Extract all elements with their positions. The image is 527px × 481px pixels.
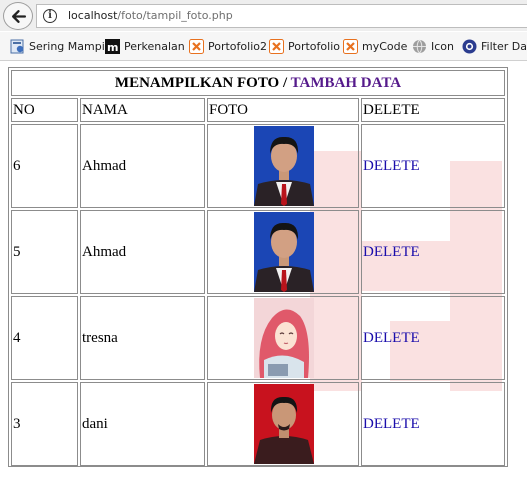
table-cell-foto [207, 382, 359, 466]
delete-link[interactable]: DELETE [361, 124, 505, 208]
url-text: localhost/foto/tampil_foto.php [68, 9, 233, 22]
table-cell-no: 4 [11, 296, 78, 380]
table-cell-no: 3 [11, 382, 78, 466]
bookmarks-icon [10, 39, 24, 54]
bookmarks-bar: Sering Mampir m Perkenalan Portofolio2 P… [0, 32, 527, 61]
title-separator: / [282, 75, 288, 91]
photo-table: MENAMPILKAN FOTO / TAMBAH DATA NO NAMA F… [8, 67, 508, 467]
delete-link[interactable]: DELETE [361, 382, 505, 466]
table-cell-no: 6 [11, 124, 78, 208]
table-cell-nama: tresna [80, 296, 205, 380]
photo-man-red [254, 384, 314, 464]
xampp-icon [269, 39, 284, 54]
browser-toolbar: i localhost/foto/tampil_foto.php [0, 0, 527, 31]
xampp-icon [343, 39, 358, 54]
header-nama: NAMA [80, 98, 205, 122]
table-cell-foto [207, 210, 359, 294]
back-arrow-icon [12, 10, 27, 23]
photo-man-suit [254, 126, 314, 206]
photo-man-suit [254, 212, 314, 292]
table-cell-no: 5 [11, 210, 78, 294]
camera-icon [462, 39, 477, 54]
xampp-icon [189, 39, 204, 54]
m-logo-icon: m [105, 39, 120, 54]
globe-icon [413, 39, 426, 54]
delete-link[interactable]: DELETE [361, 210, 505, 294]
photo-woman-hijab [254, 298, 314, 378]
table-cell-nama: Ahmad [80, 124, 205, 208]
page-content: MENAMPILKAN FOTO / TAMBAH DATA NO NAMA F… [0, 61, 527, 481]
delete-link[interactable]: DELETE [361, 296, 505, 380]
table-cell-foto [207, 124, 359, 208]
table-title: MENAMPILKAN FOTO [114, 75, 280, 91]
table-title-cell: MENAMPILKAN FOTO / TAMBAH DATA [11, 70, 505, 96]
header-no: NO [11, 98, 78, 122]
table-cell-foto [207, 296, 359, 380]
site-info-icon[interactable]: i [43, 9, 57, 23]
header-foto: FOTO [207, 98, 359, 122]
address-bar[interactable]: i localhost/foto/tampil_foto.php [36, 4, 527, 28]
tambah-data-link[interactable]: TAMBAH DATA [291, 75, 401, 91]
svg-text:m: m [107, 41, 118, 54]
table-cell-nama: Ahmad [80, 210, 205, 294]
header-delete: DELETE [361, 98, 505, 122]
table-cell-nama: dani [80, 382, 205, 466]
back-button[interactable] [3, 2, 33, 30]
